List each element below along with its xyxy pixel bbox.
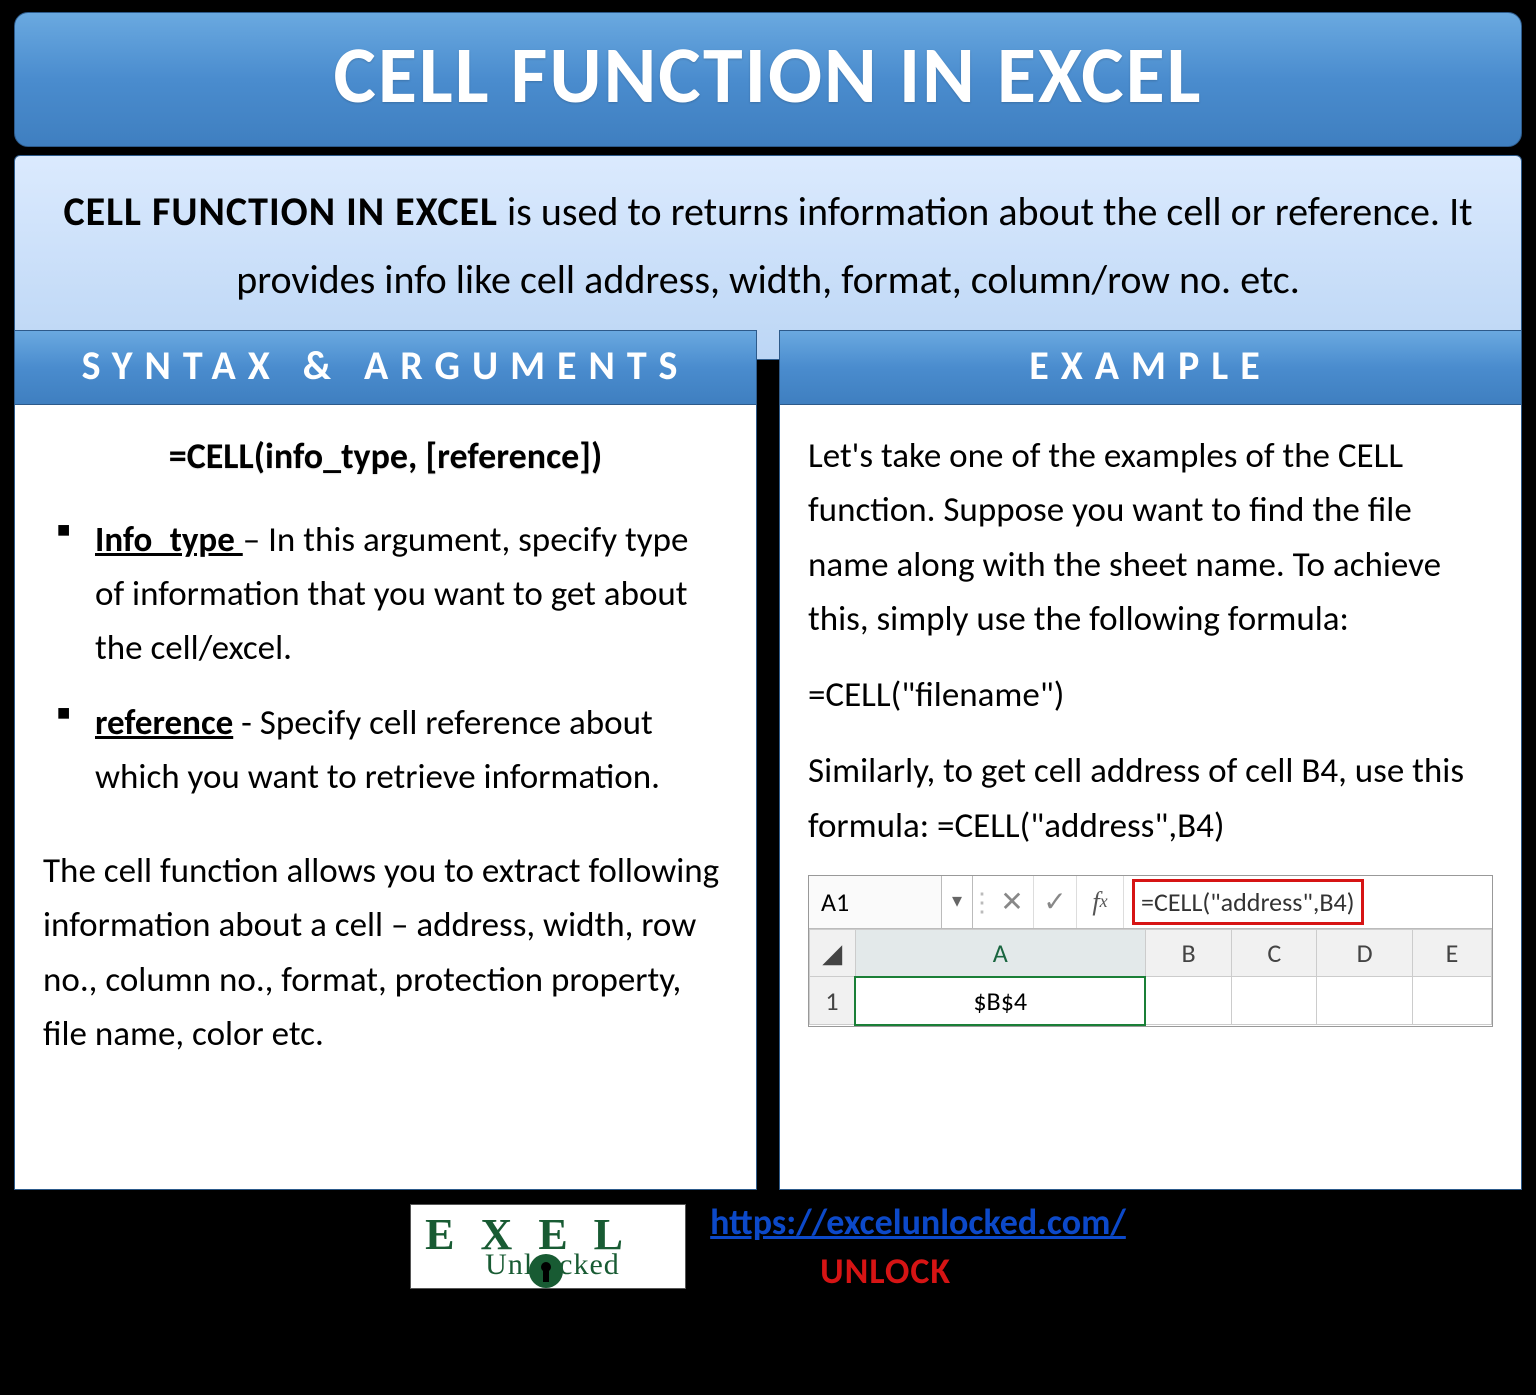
corner-header[interactable]: ◢ [810, 929, 856, 977]
footer: EX EL Unlcked https://excelunlocked.com/… [14, 1198, 1522, 1305]
intro-bold: CELL FUNCTION IN EXCEL [63, 187, 497, 236]
logo: EX EL Unlcked [410, 1204, 686, 1290]
spreadsheet-grid[interactable]: ◢ A B C D E 1 $B$4 [809, 929, 1492, 1026]
separator-icon: ⋮ [973, 876, 991, 928]
example-formula-1: =CELL("filename") [808, 668, 1493, 722]
page-title: CELL FUNCTION IN EXCEL [14, 12, 1522, 147]
syntax-formula: =CELL(info_type, [reference]) [43, 429, 728, 485]
formula-input-highlight: =CELL("address",B4) [1132, 879, 1364, 925]
example-p1: Let's take one of the examples of the CE… [808, 429, 1493, 646]
footer-text: https://excelunlocked.com/ UNLOCK [710, 1198, 1126, 1295]
footer-tagline: UNLOCK [710, 1249, 951, 1293]
keyhole-icon [529, 1254, 563, 1288]
cell[interactable] [1317, 977, 1413, 1025]
syntax-heading: SYNTAX & ARGUMENTS [15, 331, 756, 405]
example-card: EXAMPLE Let's take one of the examples o… [779, 330, 1522, 1190]
enter-icon[interactable]: ✓ [1034, 876, 1077, 928]
fx-icon[interactable]: fx [1077, 876, 1124, 928]
argument-item: reference - Specify cell reference about… [51, 696, 720, 805]
name-box[interactable]: A1 [809, 876, 942, 928]
cell[interactable] [1145, 977, 1231, 1025]
argument-name: Info_type [95, 519, 243, 561]
cancel-icon[interactable]: ✕ [991, 876, 1034, 928]
column-header[interactable]: E [1412, 929, 1491, 977]
column-header[interactable]: D [1317, 929, 1413, 977]
cell[interactable] [1232, 977, 1317, 1025]
footer-link[interactable]: https://excelunlocked.com/ [710, 1200, 1126, 1244]
formula-input-area[interactable]: =CELL("address",B4) [1124, 876, 1492, 928]
cell-a1[interactable]: $B$4 [855, 977, 1145, 1025]
row-header[interactable]: 1 [810, 977, 856, 1025]
excel-snippet: A1 ▾ ⋮ ✕ ✓ fx =CELL("address",B4) ◢ A [808, 875, 1493, 1027]
argument-list: Info_type – In this argument, specify ty… [43, 513, 728, 804]
cell[interactable] [1412, 977, 1491, 1025]
column-header[interactable]: A [855, 929, 1145, 977]
column-header[interactable]: B [1145, 929, 1231, 977]
column-header[interactable]: C [1232, 929, 1317, 977]
argument-name: reference [95, 702, 233, 744]
syntax-summary: The cell function allows you to extract … [43, 844, 728, 1061]
example-heading: EXAMPLE [780, 331, 1521, 405]
argument-item: Info_type – In this argument, specify ty… [51, 513, 720, 676]
example-p2: Similarly, to get cell address of cell B… [808, 744, 1493, 853]
syntax-card: SYNTAX & ARGUMENTS =CELL(info_type, [ref… [14, 330, 757, 1190]
formula-bar: A1 ▾ ⋮ ✕ ✓ fx =CELL("address",B4) [809, 876, 1492, 929]
